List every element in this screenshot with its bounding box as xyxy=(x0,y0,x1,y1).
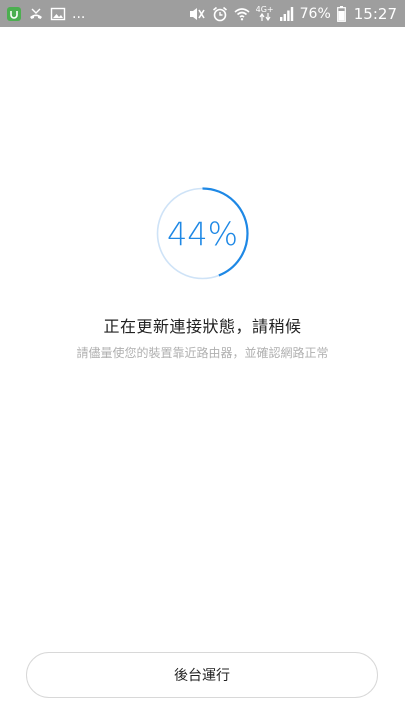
network-4g-label: 4G+ xyxy=(255,5,274,14)
status-bar-left: ... xyxy=(6,6,85,22)
status-hint: 請儘量使您的裝置靠近路由器，並確認網路正常 xyxy=(76,346,329,360)
signal-icon xyxy=(279,6,294,22)
mute-vibrate-icon xyxy=(188,6,206,22)
missed-call-icon xyxy=(28,6,44,22)
run-in-background-button[interactable]: 後台運行 xyxy=(26,652,378,698)
wifi-icon xyxy=(234,6,250,22)
more-notifications-text: ... xyxy=(72,5,86,22)
progress-ring: 44% xyxy=(155,186,250,281)
clock-time: 15:27 xyxy=(353,4,397,23)
status-bar-right: 4G+ 76% 15:27 xyxy=(188,4,397,23)
mi-app-icon xyxy=(6,6,22,22)
image-icon xyxy=(50,6,66,22)
network-4g-icon: 4G+ xyxy=(256,6,274,22)
battery-icon xyxy=(336,5,346,22)
battery-percent: 76% xyxy=(299,5,331,22)
progress-percent-label: 44% xyxy=(166,214,239,253)
alarm-icon xyxy=(212,6,228,22)
status-bar: ... 4G+ 76% 15:27 xyxy=(0,0,405,27)
status-title: 正在更新連接狀態，請稍候 xyxy=(103,317,302,336)
